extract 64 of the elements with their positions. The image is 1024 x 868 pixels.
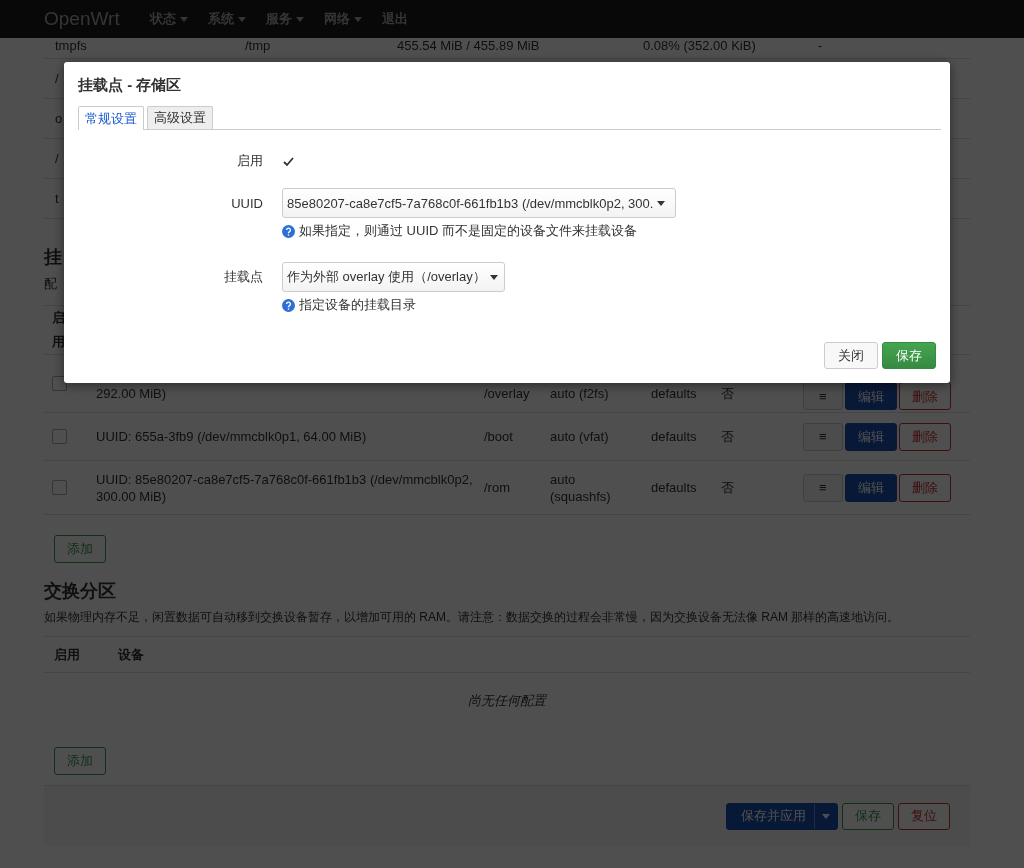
select-field[interactable]: 85e80207-ca8e7cf5-7a768c0f-661fb1b3 (/dev/mmcblk0p2, 300.	[282, 188, 676, 218]
sort-button[interactable]: ≡	[803, 473, 843, 502]
help-icon	[282, 298, 295, 312]
field-label: 挂载点	[223, 268, 263, 286]
edit-button[interactable]: 编辑	[844, 382, 897, 410]
table-cell: tmpfs	[55, 38, 87, 53]
table-cell: /tmp	[245, 38, 271, 53]
delete-button[interactable]: 删除	[898, 473, 951, 502]
edit-button[interactable]: 编辑	[844, 473, 897, 502]
add-button[interactable]: 添加	[54, 747, 106, 775]
table-cell: -	[818, 38, 823, 53]
save-button[interactable]: 保存	[842, 802, 894, 830]
section-title: 交换分区	[44, 580, 116, 603]
table-cell: 否	[721, 479, 734, 496]
table-cell: 455.54 MiB / 455.89 MiB	[397, 38, 540, 53]
table-cell: 否	[721, 428, 734, 445]
close-button[interactable]: 关闭	[824, 342, 878, 369]
add-button[interactable]: 添加	[54, 535, 106, 563]
row-checkbox[interactable]	[52, 376, 67, 391]
tab[interactable]: 常规设置	[78, 106, 144, 130]
table-cell: /rom	[484, 479, 510, 496]
table-cell: o	[55, 111, 63, 126]
table-cell: 0.08% (352.00 KiB)	[643, 38, 756, 53]
table-cell-text: auto (f2fs)	[550, 385, 610, 402]
table-cell-text: 292.00 MiB)	[96, 385, 167, 402]
table-cell: /	[55, 151, 59, 166]
delete-button[interactable]: 删除	[898, 382, 951, 410]
help-icon	[282, 224, 295, 238]
delete-button[interactable]: 删除	[898, 422, 951, 451]
caret-icon	[657, 200, 666, 206]
table-cell: /boot	[484, 428, 513, 445]
caret-icon	[822, 813, 830, 819]
table-cell: defaults	[651, 479, 697, 496]
save-button[interactable]: 保存	[882, 342, 936, 369]
row-checkbox[interactable]	[52, 480, 67, 495]
section-description: 配	[44, 276, 57, 291]
table-cell-text: auto (squashfs)	[550, 470, 612, 505]
table-cell-text: defaults	[651, 385, 697, 402]
column-header: 启用	[52, 309, 66, 351]
column-header: 启用	[54, 645, 81, 664]
tab[interactable]: 高级设置	[147, 106, 213, 129]
table-cell: /	[55, 71, 59, 86]
save-apply-button[interactable]: 保存并应用	[726, 802, 838, 830]
select-field[interactable]: 作为外部 overlay 使用（/overlay）	[282, 262, 505, 292]
help-text: 指定设备的挂载目录	[299, 296, 416, 314]
column-header: 设备	[118, 645, 145, 664]
edit-button[interactable]: 编辑	[844, 422, 897, 451]
table-cell-text: /overlay	[484, 385, 530, 402]
sort-button[interactable]: ≡	[803, 382, 843, 410]
field-label: 启用	[236, 152, 263, 170]
table-cell-text: UUID: 85e80207-ca8e7cf5-7a768c0f-661fb1b3 (/dev/mmcblk0p2, 300.00 MiB)	[96, 470, 474, 505]
table-cell: UUID: 655a-3fb9 (/dev/mmcblk0p1, 64.00 MiB)	[96, 428, 367, 445]
empty-message: 尚无任何配置	[468, 692, 546, 710]
section-title: 挂	[44, 246, 62, 269]
table-cell-text: auto (vfat)	[550, 428, 610, 445]
sort-button[interactable]: ≡	[803, 422, 843, 451]
row-checkbox[interactable]	[52, 429, 67, 444]
field-label: UUID	[230, 195, 263, 211]
caret-icon	[489, 274, 498, 280]
table-cell: t	[55, 191, 59, 206]
help-text: 如果指定，则通过 UUID 而不是固定的设备文件来挂载设备	[299, 222, 637, 240]
reset-button[interactable]: 复位	[898, 802, 950, 830]
dialog-title: 挂载点 - 存储区	[78, 76, 182, 95]
table-cell: defaults	[651, 428, 697, 445]
